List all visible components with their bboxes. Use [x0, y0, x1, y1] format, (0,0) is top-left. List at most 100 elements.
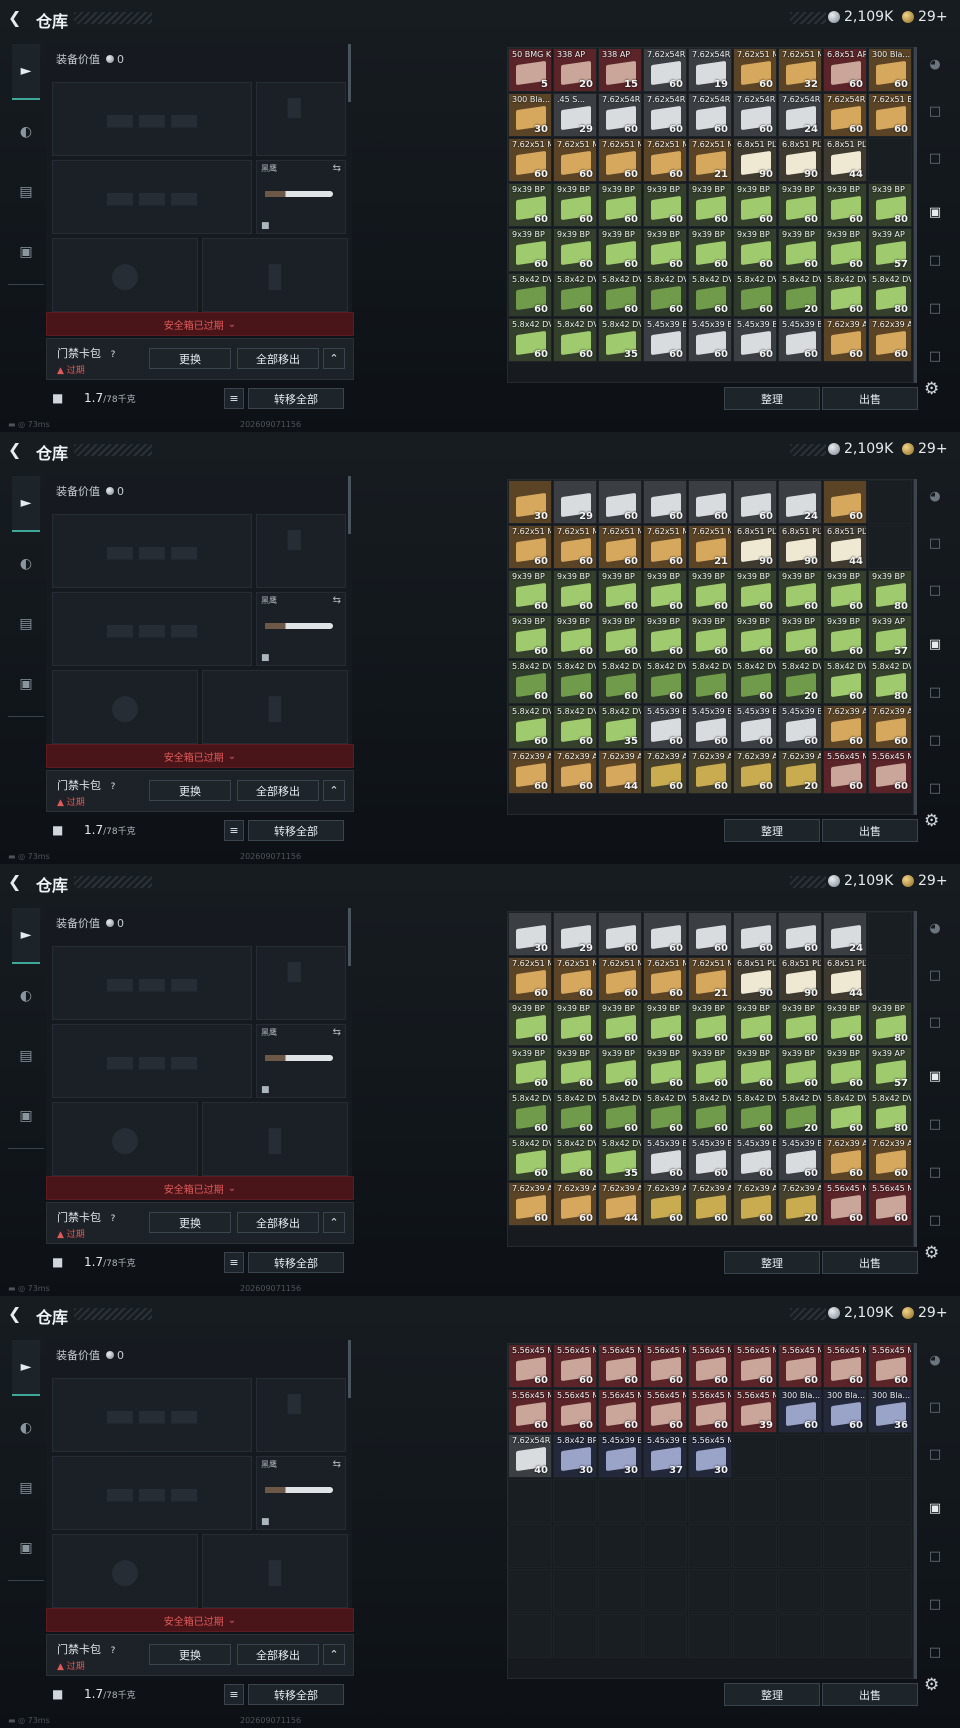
ammo-cell[interactable]: 7.62x39 AP 20 [778, 750, 822, 794]
ammo-cell[interactable]: 5.56x45 M... 60 [553, 1344, 597, 1388]
card-icon[interactable]: □ [923, 1112, 947, 1136]
pistol-icon[interactable]: ► [12, 476, 40, 532]
ammo-cell[interactable]: 7.62x51 B... 60 [868, 93, 912, 137]
empty-cell[interactable] [778, 1434, 822, 1478]
pistol-icon[interactable]: ► [12, 908, 40, 964]
swap-icon[interactable]: ⇆ [333, 1027, 341, 1038]
ammo-cell[interactable]: 5.8x42 DVC12+P 60 [688, 273, 732, 317]
vest-icon[interactable]: ▤ [12, 1460, 40, 1516]
ammo-cell[interactable]: 24 [778, 480, 822, 524]
empty-cell[interactable] [553, 1479, 597, 1523]
ammo-cell[interactable]: 5.8x42 DVC12 60 [553, 705, 597, 749]
card-icon[interactable]: □ [923, 1160, 947, 1184]
ammo-cell[interactable]: 5.8x42 DVC12 80 [868, 660, 912, 704]
vest-icon[interactable]: ▤ [12, 164, 40, 220]
replace-button[interactable]: 更换 [149, 780, 231, 801]
ammo-cell[interactable]: 5.45x39 BP 60 [778, 1137, 822, 1181]
ammo-cell[interactable]: 7.62x39 AP 60 [553, 1182, 597, 1226]
ammo-cell[interactable]: 24 [823, 912, 867, 956]
ammo-cell[interactable]: 5.56x45 M... 60 [868, 750, 912, 794]
ammo-cell[interactable]: 60 [823, 480, 867, 524]
help-icon[interactable]: ? [107, 1645, 119, 1657]
ammo-cell[interactable]: 5.8x42 DVC12 60 [553, 318, 597, 362]
helmet-icon[interactable]: ◐ [12, 536, 40, 592]
card-icon[interactable]: □ [923, 1395, 947, 1419]
card-icon[interactable]: □ [923, 344, 947, 368]
ammo-cell[interactable]: 300 Bla... BRAS... 60 [823, 1389, 867, 1433]
sell-button[interactable]: 出售 [822, 1683, 918, 1706]
sell-button[interactable]: 出售 [822, 387, 918, 410]
ammo-cell[interactable]: 9x39 BP 60 [823, 570, 867, 614]
helmet-outline-icon[interactable]: ◕ [923, 1348, 947, 1372]
ammo-cell[interactable]: 300 Bla... T... 30 [508, 93, 552, 137]
warehouse-grid[interactable]: 30296060606024607.62x51 M...607.62x51 M.… [507, 479, 914, 815]
ammo-cell[interactable]: 300 Bla... T... 60 [868, 48, 912, 92]
ammo-cell[interactable]: 5.56x45 M... 60 [598, 1389, 642, 1433]
ammo-cell[interactable]: 5.45x39 BP 60 [778, 318, 822, 362]
ammo-cell[interactable]: 9x39 BP 60 [688, 570, 732, 614]
ammo-cell[interactable]: 9x39 BP 60 [643, 570, 687, 614]
ammo-cell[interactable]: 5.8x42 DVC12 80 [868, 273, 912, 317]
ammo-cell[interactable]: 5.8x42 DVC12 60 [823, 1092, 867, 1136]
ammo-cell[interactable]: 7.62x54R S... 60 [643, 48, 687, 92]
ammo-cell[interactable]: 5.8x42 DVC12 60 [508, 1137, 552, 1181]
ammo-cell[interactable]: 5.56x45 M... 60 [868, 1182, 912, 1226]
empty-cell[interactable] [823, 1614, 867, 1658]
sort-button[interactable]: 整理 [724, 1251, 820, 1274]
chevron-up-icon[interactable]: ⌃ [323, 348, 345, 369]
ammo-cell[interactable]: 7.62x51 M... 32 [778, 48, 822, 92]
ammo-cell[interactable]: 9x39 BP 60 [823, 183, 867, 227]
settings-icon[interactable]: ⚙ [924, 1675, 939, 1695]
secondary-weapon-slot[interactable]: ▬▬▬ [52, 1456, 252, 1530]
briefcase-icon[interactable]: ▣ [12, 224, 40, 280]
ammo-cell[interactable]: 5.56x45 M... 60 [688, 1344, 732, 1388]
card-icon[interactable]: □ [923, 296, 947, 320]
list-icon[interactable]: ≡ [224, 1684, 244, 1705]
transfer-all-button[interactable]: 转移全部 [248, 388, 344, 409]
ammo-cell[interactable]: 6.8x51 PLY... 90 [778, 957, 822, 1001]
settings-icon[interactable]: ⚙ [924, 379, 939, 399]
ammo-cell[interactable]: 6.8x51 PLY... 44 [823, 957, 867, 1001]
ammo-cell[interactable]: 9x39 BP 80 [868, 1002, 912, 1046]
ammo-cell[interactable]: 5.8x42 DVC12 35 [598, 1137, 642, 1181]
ammo-cell[interactable]: 9x39 BP 60 [598, 1002, 642, 1046]
ammo-cell[interactable]: 9x39 BP 60 [598, 570, 642, 614]
ammo-cell[interactable]: 6.8x51 PLY... 90 [778, 138, 822, 182]
ammo-cell[interactable]: 7.62x51 M... 60 [643, 138, 687, 182]
ammo-cell[interactable]: 7.62x51 M... 60 [553, 138, 597, 182]
list-icon[interactable]: ≡ [224, 388, 244, 409]
ammo-cell[interactable]: 5.45x39 BP 60 [733, 705, 777, 749]
ammo-cell[interactable]: 7.62x39 AP 44 [598, 750, 642, 794]
safe-box-status-bar[interactable]: 安全箱已过期 ⌄ [46, 312, 354, 336]
empty-cell[interactable] [643, 1569, 687, 1613]
ammo-cell[interactable]: 7.62x54R B... 60 [733, 93, 777, 137]
ammo-cell[interactable]: 5.45x39 BP 60 [688, 318, 732, 362]
ammo-cell[interactable]: 338 AP 15 [598, 48, 642, 92]
ammo-cell[interactable]: 5.8x42 DVC12 35 [598, 705, 642, 749]
back-arrow-icon[interactable]: ❮ [8, 441, 26, 459]
empty-cell[interactable] [733, 1614, 777, 1658]
ammo-cell[interactable]: 7.62x39 AP 60 [868, 705, 912, 749]
ammo-cell[interactable]: 5.45x39 BP 60 [733, 318, 777, 362]
ammo-cell[interactable]: 7.62x51 M... 60 [643, 957, 687, 1001]
pistol-slot[interactable]: ▘ [256, 946, 346, 1020]
safe-box-status-bar[interactable]: 安全箱已过期 ⌄ [46, 744, 354, 768]
move-all-out-button[interactable]: 全部移出 [237, 780, 319, 801]
equipment-scrollbar[interactable] [348, 1340, 351, 1398]
ammo-cell[interactable]: 5.8x42 DVC12+P 60 [733, 273, 777, 317]
swap-icon[interactable]: ⇆ [333, 1459, 341, 1470]
melee-slot[interactable]: 黑鹰 ⇆ ■ [256, 592, 346, 666]
ammo-cell[interactable]: .45 S... 29 [553, 93, 597, 137]
list-icon[interactable]: ≡ [224, 1252, 244, 1273]
empty-cell[interactable] [508, 1524, 552, 1568]
ammo-cell[interactable]: 9x39 BP 80 [868, 570, 912, 614]
empty-cell[interactable] [643, 1614, 687, 1658]
armor-slot[interactable]: ▮ [202, 670, 348, 744]
briefcase-icon[interactable]: ▣ [12, 1520, 40, 1576]
ammo-cell[interactable]: 9x39 BP 60 [778, 570, 822, 614]
ammo-cell[interactable]: 9x39 BP 60 [553, 615, 597, 659]
ammo-cell[interactable]: 60 [598, 912, 642, 956]
grid-scrollbar[interactable] [914, 479, 917, 815]
ammo-cell[interactable]: 9x39 BP 60 [643, 615, 687, 659]
back-arrow-icon[interactable]: ❮ [8, 9, 26, 27]
